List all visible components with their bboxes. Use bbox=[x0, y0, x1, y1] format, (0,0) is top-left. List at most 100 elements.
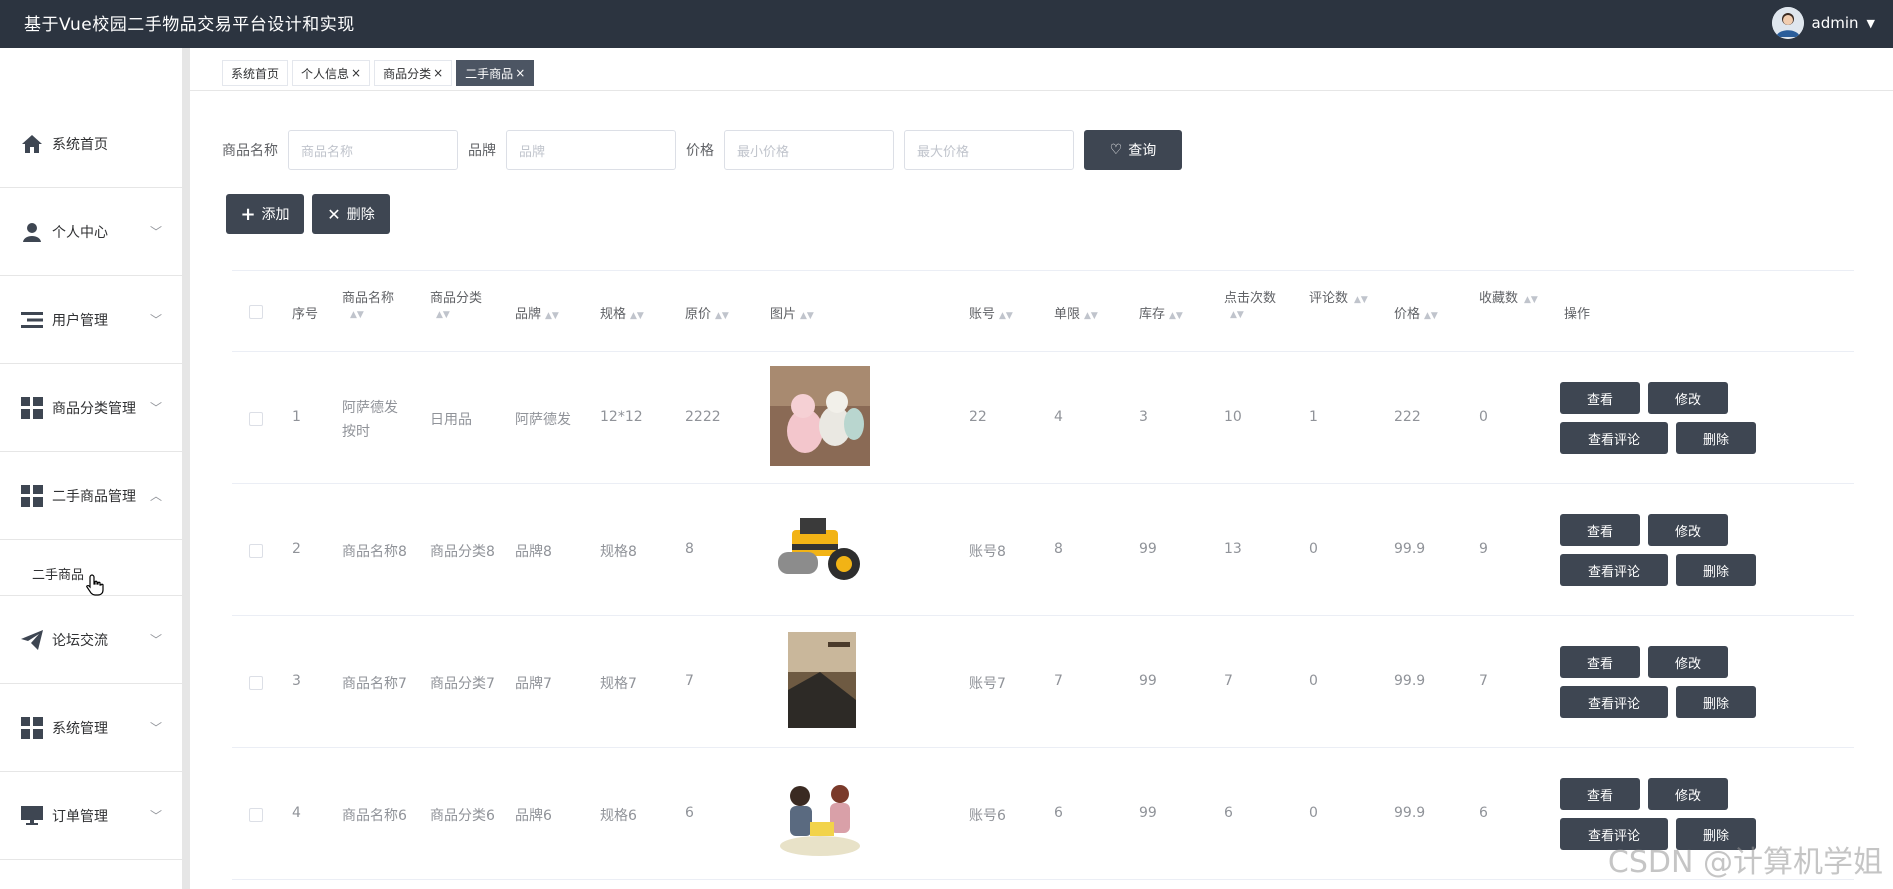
cell-orig-price: 2222 bbox=[685, 409, 721, 425]
delete-row-button[interactable]: 删除 bbox=[1676, 422, 1756, 454]
row-checkbox[interactable] bbox=[249, 808, 263, 822]
row-checkbox[interactable] bbox=[249, 412, 263, 426]
col-ops: 操作 bbox=[1564, 307, 1591, 322]
cell-clicks: 10 bbox=[1224, 409, 1242, 425]
col-limit[interactable]: 单限 ▲▼ bbox=[1054, 303, 1098, 322]
col-image[interactable]: 图片 ▲▼ bbox=[770, 303, 814, 322]
col-limit-label: 单限 bbox=[1054, 307, 1081, 322]
close-icon[interactable]: × bbox=[433, 66, 443, 80]
max-price-input[interactable]: 最大价格 bbox=[904, 130, 1074, 170]
edit-button[interactable]: 修改 bbox=[1648, 514, 1728, 546]
cell-name: 商品名称7 bbox=[342, 676, 407, 692]
view-button[interactable]: 查看 bbox=[1560, 646, 1640, 678]
search-form: 商品名称 商品名称 品牌 品牌 价格 最小价格 最大价格 ♡ 查询 bbox=[222, 130, 1182, 170]
edit-button[interactable]: 修改 bbox=[1648, 646, 1728, 678]
sidebar-item-category[interactable]: 商品分类管理 ﹀ bbox=[0, 364, 182, 452]
cell-no: 3 bbox=[292, 673, 301, 689]
view-comments-button[interactable]: 查看评论 bbox=[1560, 686, 1668, 718]
min-price-input[interactable]: 最小价格 bbox=[724, 130, 894, 170]
cell-name: 商品名称8 bbox=[342, 544, 407, 560]
col-orig-price[interactable]: 原价 ▲▼ bbox=[685, 303, 729, 322]
col-spec[interactable]: 规格 ▲▼ bbox=[600, 303, 644, 322]
view-comments-button[interactable]: 查看评论 bbox=[1560, 554, 1668, 586]
col-price[interactable]: 价格 ▲▼ bbox=[1394, 303, 1438, 322]
row-checkbox[interactable] bbox=[249, 544, 263, 558]
tab-label: 二手商品 bbox=[465, 66, 514, 81]
tab-bar: 系统首页 个人信息 × 商品分类 × 二手商品 × bbox=[222, 60, 535, 86]
col-comments[interactable]: 评论数 ▲▼ bbox=[1309, 287, 1379, 306]
watermark: CSDN @计算机学姐 bbox=[1607, 845, 1883, 880]
plus-icon: + bbox=[240, 203, 256, 225]
col-name[interactable]: 商品名称 ▲▼ bbox=[342, 287, 412, 321]
add-button-label: 添加 bbox=[261, 207, 290, 223]
col-clicks[interactable]: 点击次数 ▲▼ bbox=[1224, 287, 1294, 321]
query-button-label: 查询 bbox=[1128, 143, 1157, 159]
view-button[interactable]: 查看 bbox=[1560, 514, 1640, 546]
list-icon bbox=[21, 309, 43, 331]
sidebar-item-users[interactable]: 用户管理 ﹀ bbox=[0, 276, 182, 364]
view-button[interactable]: 查看 bbox=[1560, 382, 1640, 414]
col-brand[interactable]: 品牌 ▲▼ bbox=[515, 303, 559, 322]
cell-no: 1 bbox=[292, 409, 301, 425]
add-button[interactable]: + 添加 bbox=[226, 194, 304, 234]
cell-category: 日用品 bbox=[430, 412, 472, 428]
col-brand-label: 品牌 bbox=[515, 307, 542, 322]
select-all-checkbox[interactable] bbox=[249, 305, 263, 319]
chevron-up-icon: ︿ bbox=[149, 489, 162, 503]
edit-button[interactable]: 修改 bbox=[1648, 382, 1728, 414]
product-image bbox=[770, 630, 870, 730]
cell-comments: 0 bbox=[1309, 805, 1318, 821]
delete-row-button[interactable]: 删除 bbox=[1676, 554, 1756, 586]
sidebar-item-home[interactable]: 系统首页 bbox=[0, 100, 182, 188]
name-input[interactable]: 商品名称 bbox=[288, 130, 458, 170]
sort-icon: ▲▼ bbox=[630, 311, 644, 321]
cell-stock: 99 bbox=[1139, 541, 1157, 557]
delete-row-button[interactable]: 删除 bbox=[1676, 686, 1756, 718]
sort-icon: ▲▼ bbox=[1169, 311, 1183, 321]
row-checkbox[interactable] bbox=[249, 676, 263, 690]
cell-comments: 0 bbox=[1309, 673, 1318, 689]
sidebar-item-system[interactable]: 系统管理 ﹀ bbox=[0, 684, 182, 772]
sidebar-item-orders[interactable]: 订单管理 ﹀ bbox=[0, 772, 182, 860]
query-button[interactable]: ♡ 查询 bbox=[1084, 130, 1182, 170]
user-menu[interactable]: admin ▼ bbox=[1771, 4, 1875, 42]
cell-account: 账号7 bbox=[969, 676, 1006, 692]
sidebar-item-secondhand[interactable]: 二手商品管理 ︿ bbox=[0, 452, 182, 540]
view-comments-button[interactable]: 查看评论 bbox=[1560, 422, 1668, 454]
edit-button[interactable]: 修改 bbox=[1648, 778, 1728, 810]
col-account[interactable]: 账号 ▲▼ bbox=[969, 303, 1013, 322]
col-favs[interactable]: 收藏数 ▲▼ bbox=[1479, 287, 1549, 306]
close-icon[interactable]: × bbox=[515, 66, 525, 80]
tab-secondhand[interactable]: 二手商品 × bbox=[456, 60, 535, 86]
delete-button[interactable]: ✕ 删除 bbox=[312, 194, 390, 234]
cell-orig-price: 8 bbox=[685, 541, 694, 557]
sidebar-item-label: 系统首页 bbox=[52, 136, 108, 153]
brand-input[interactable]: 品牌 bbox=[506, 130, 676, 170]
col-account-label: 账号 bbox=[969, 307, 996, 322]
sort-icon: ▲▼ bbox=[350, 310, 364, 320]
sort-icon: ▲▼ bbox=[1354, 295, 1368, 305]
sort-icon: ▲▼ bbox=[1230, 310, 1244, 320]
tab-personal-info[interactable]: 个人信息 × bbox=[292, 60, 371, 86]
col-no: 序号 bbox=[292, 307, 319, 322]
name-label: 商品名称 bbox=[222, 143, 278, 159]
tab-category[interactable]: 商品分类 × bbox=[374, 60, 453, 86]
sidebar-item-forum[interactable]: 论坛交流 ﹀ bbox=[0, 596, 182, 684]
close-icon[interactable]: × bbox=[351, 66, 361, 80]
cell-clicks: 13 bbox=[1224, 541, 1242, 557]
cell-clicks: 7 bbox=[1224, 673, 1233, 689]
sidebar: 系统首页 个人中心 ﹀ 用户管理 ﹀ 商品分类管理 ﹀ 二手商品管理 ︿ 二手商… bbox=[0, 48, 190, 889]
cell-spec: 规格8 bbox=[600, 544, 637, 560]
cell-account: 22 bbox=[969, 409, 987, 425]
tab-home[interactable]: 系统首页 bbox=[222, 60, 289, 86]
cell-spec: 规格7 bbox=[600, 676, 637, 692]
col-category[interactable]: 商品分类 ▲▼ bbox=[430, 287, 500, 321]
cell-category: 商品分类8 bbox=[430, 544, 495, 560]
view-button[interactable]: 查看 bbox=[1560, 778, 1640, 810]
cell-spec: 12*12 bbox=[600, 409, 643, 425]
sidebar-item-personal[interactable]: 个人中心 ﹀ bbox=[0, 188, 182, 276]
tab-label: 系统首页 bbox=[231, 66, 280, 81]
sidebar-subitem-secondhand[interactable]: 二手商品 bbox=[0, 552, 182, 596]
cell-orig-price: 6 bbox=[685, 805, 694, 821]
col-stock[interactable]: 库存 ▲▼ bbox=[1139, 303, 1183, 322]
